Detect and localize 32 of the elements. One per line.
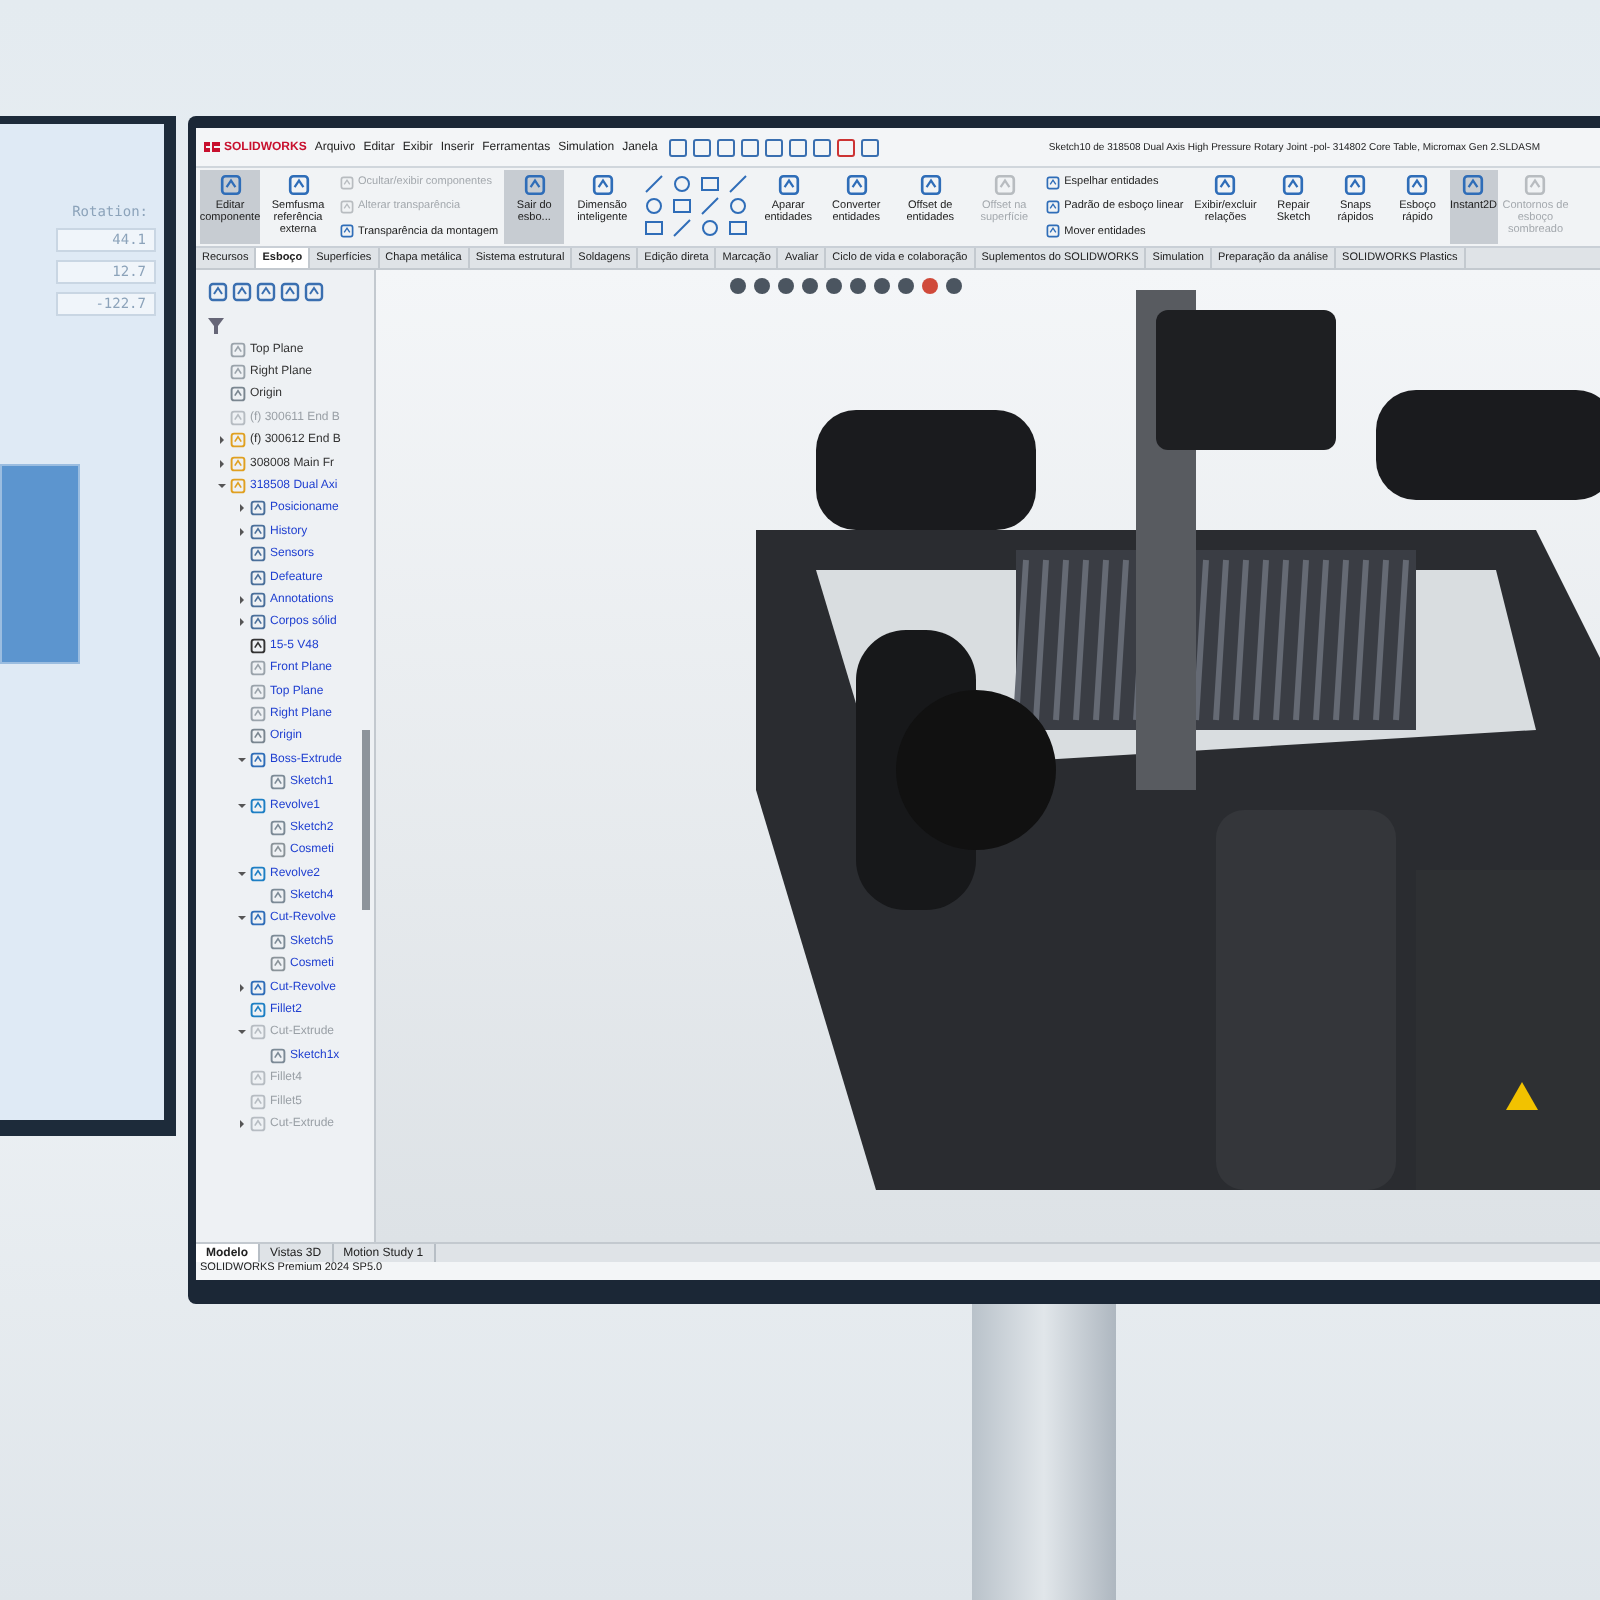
expand-arrow-icon[interactable] [237, 1119, 245, 1128]
tool-icon [1046, 175, 1061, 190]
expand-arrow-icon[interactable] [237, 527, 245, 536]
tool-icon [591, 174, 614, 196]
logo-icon [204, 140, 220, 154]
tool-icon [1046, 199, 1061, 214]
tool-icon [1344, 174, 1367, 196]
scrollbar[interactable] [362, 730, 370, 910]
tool-icon [340, 199, 354, 214]
tool-icon [1462, 174, 1485, 196]
expand-arrow-icon[interactable] [237, 983, 245, 992]
tool-icon [1046, 224, 1061, 239]
tool-icon [845, 174, 868, 196]
filter-icon[interactable] [208, 318, 224, 334]
expand-arrow-icon[interactable] [237, 504, 245, 513]
tool-icon [523, 174, 546, 196]
tool-icon [1214, 174, 1237, 196]
expand-arrow-icon[interactable] [237, 618, 245, 627]
tool-icon [1406, 174, 1429, 196]
collapse-arrow-icon[interactable] [237, 801, 245, 809]
tool-icon [919, 174, 942, 196]
tool-icon [340, 175, 354, 190]
tool-icon [340, 224, 354, 239]
tool-icon [1282, 174, 1305, 196]
expand-arrow-icon[interactable] [217, 436, 225, 445]
expand-arrow-icon[interactable] [217, 459, 225, 468]
tool-icon [777, 174, 800, 196]
tool-icon [219, 174, 241, 196]
expand-arrow-icon[interactable] [237, 595, 245, 604]
tool-icon [1524, 174, 1547, 196]
tool-icon [993, 174, 1016, 196]
tool-icon [287, 174, 309, 196]
